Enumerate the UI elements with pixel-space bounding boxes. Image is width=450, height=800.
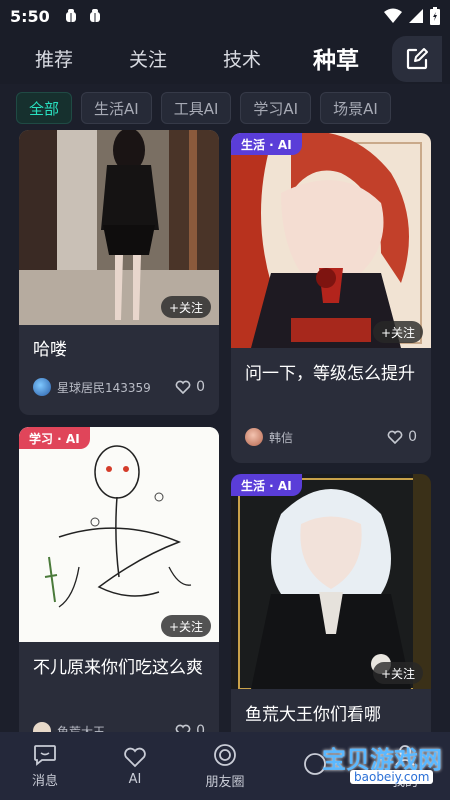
feed: +关注 哈喽 哈喽 星球居民143359 0 [0,130,450,732]
author-name: 星球居民143359 [57,380,151,395]
tab-seeding[interactable]: 种草 [306,41,366,75]
wifi-icon [384,8,402,23]
post-meta: 星球居民143359 0 [33,377,205,397]
nav-ai[interactable]: AI [90,732,180,800]
tab-tech[interactable]: 技术 [214,45,270,72]
post-meta: 韩信 0 [245,427,417,447]
avatar [245,428,263,446]
watermark-url: baobeiy.com [350,770,434,784]
post-image [231,133,431,348]
post-card[interactable]: 学习 · AI +关注 不儿原来你们吃这么爽 鱼荒大王 0 [19,427,219,732]
post-meta: 鱼荒大王 0 [33,721,205,732]
author-name: 韩信 [269,430,294,445]
follow-button[interactable]: +关注 [372,662,423,684]
status-bar: 5:50 [0,0,450,32]
post-title: 哈喽 [33,340,67,360]
top-tabs: 推荐 关注 技术 种草 [0,32,450,84]
like-count: 0 [196,379,205,395]
chip-scene-ai[interactable]: 场景AI [320,92,391,124]
post-card[interactable]: 生活 · AI +关注 鱼荒大王你们看哪 [231,474,431,732]
follow-button[interactable]: +关注 [160,296,211,318]
like-button[interactable]: 0 [175,379,205,395]
nav-moments[interactable]: 朋友圈 [180,732,270,800]
chip-life-ai[interactable]: 生活AI [81,92,152,124]
tab-recommend[interactable]: 推荐 [26,45,82,72]
heart-icon [387,430,403,444]
edit-button[interactable] [392,36,442,82]
nav-label: AI [128,771,142,787]
post-card[interactable]: 生活 · AI +关注 问一下，等级怎么提升 韩信 0 [231,133,431,463]
heart-icon [124,747,146,767]
like-button[interactable]: 0 [387,429,417,445]
post-title: 不儿原来你们吃这么爽 [33,658,203,678]
avatar [33,378,51,396]
heart-icon [175,380,191,394]
nav-label: 朋友圈 [205,774,245,790]
category-chips: 全部 生活AI 工具AI 学习AI 场景AI [0,86,450,130]
chip-study-ai[interactable]: 学习AI [240,92,312,124]
post-image [19,427,219,642]
post-card-footer: 哈喽 星球居民143359 0 [19,325,219,415]
follow-button[interactable]: +关注 [160,615,211,637]
status-time: 5:50 [10,6,50,26]
signal-icon [409,9,423,23]
category-tag: 学习 · AI [19,427,90,449]
avatar [33,722,51,732]
chip-tool-ai[interactable]: 工具AI [160,92,232,124]
post-title: 问一下，等级怎么提升 [245,364,415,384]
category-tag: 生活 · AI [231,474,302,496]
nav-label: 消息 [31,773,58,789]
post-image [231,474,431,689]
like-count: 0 [408,429,417,445]
bug-icon [89,9,100,22]
post-title: 鱼荒大王你们看哪 [245,705,381,725]
chip-all[interactable]: 全部 [16,92,73,124]
follow-button[interactable]: +关注 [372,321,423,343]
like-button[interactable]: 0 [175,723,205,732]
heart-icon [175,724,191,732]
like-count: 0 [196,723,205,732]
bug-icon [65,9,76,22]
moments-icon [214,743,236,766]
battery-icon [430,7,440,25]
category-tag: 生活 · AI [231,133,302,155]
nav-messages[interactable]: 消息 [0,732,90,800]
message-icon [34,744,56,766]
tab-follow[interactable]: 关注 [120,45,176,72]
edit-icon [406,48,428,70]
author-name: 鱼荒大王 [57,724,106,733]
